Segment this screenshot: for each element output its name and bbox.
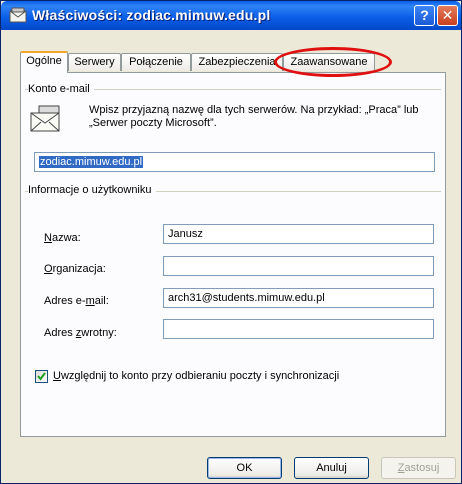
reply-address-field[interactable]	[163, 319, 434, 339]
reply-address-label: Adres zwrotny:	[44, 327, 117, 339]
close-button[interactable]: ✕	[437, 5, 458, 26]
tab-general[interactable]: Ogólne	[20, 51, 68, 73]
account-group-label: Konto e-mail	[28, 83, 94, 95]
title-bar[interactable]: Właściwości: zodiac.mimuw.edu.pl ? ✕	[1, 1, 461, 30]
include-account-checkbox[interactable]	[35, 370, 48, 383]
organization-field[interactable]	[163, 256, 434, 276]
name-field[interactable]: Janusz	[163, 224, 434, 244]
email-field[interactable]: arch31@students.mimuw.edu.pl	[163, 288, 434, 308]
tab-connection[interactable]: Połączenie	[121, 53, 191, 71]
user-info-group-label: Informacje o użytkowniku	[28, 184, 156, 196]
account-name-value: zodiac.mimuw.edu.pl	[39, 156, 144, 168]
account-name-field[interactable]: zodiac.mimuw.edu.pl	[34, 152, 435, 172]
tab-security[interactable]: Zabezpieczenia	[191, 53, 283, 71]
help-button[interactable]: ?	[414, 5, 435, 26]
tab-servers[interactable]: Serwery	[68, 53, 121, 71]
cancel-button[interactable]: Anuluj	[294, 457, 369, 479]
checkmark-icon	[37, 372, 46, 381]
include-account-label[interactable]: Uwzględnij to konto przy odbieraniu pocz…	[53, 370, 339, 382]
general-tab-panel: Konto e-mail Wpisz przyjazną nazwę dla t…	[20, 72, 446, 437]
mail-account-icon	[30, 105, 60, 132]
tab-advanced[interactable]: Zaawansowane	[283, 53, 375, 71]
ok-button[interactable]: OK	[207, 457, 282, 479]
mail-account-icon	[9, 7, 27, 23]
email-label: Adres e-mail:	[44, 295, 109, 307]
window-title: Właściwości: zodiac.mimuw.edu.pl	[32, 7, 271, 23]
name-label: Nazwa:	[44, 232, 81, 244]
properties-dialog: Właściwości: zodiac.mimuw.edu.pl ? ✕ Ogó…	[0, 0, 462, 484]
organization-label: Organizacja:	[44, 263, 106, 275]
account-description: Wpisz przyjazną nazwę dla tych serwerów.…	[89, 104, 419, 129]
apply-button[interactable]: Zastosuj	[381, 457, 456, 479]
